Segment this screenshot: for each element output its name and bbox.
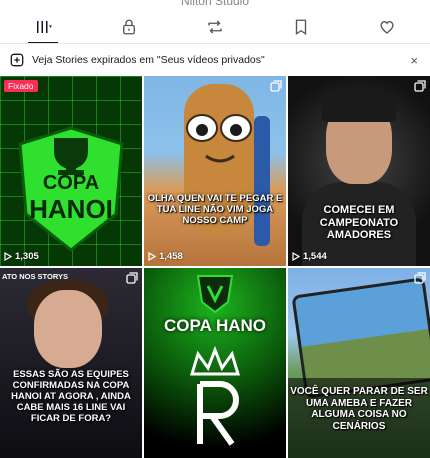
team-logo-icon xyxy=(196,275,234,314)
view-count-value: 1,544 xyxy=(303,251,327,262)
banner-text: Veja Stories expirados em "Seus vídeos p… xyxy=(32,54,265,66)
tab-divider xyxy=(0,43,430,44)
play-icon xyxy=(148,252,156,261)
tab-private[interactable] xyxy=(86,12,172,42)
tab-videos[interactable] xyxy=(0,12,86,42)
bookmark-icon xyxy=(295,19,307,36)
video-title: COPA HANO xyxy=(164,316,266,335)
person-hair xyxy=(322,92,396,122)
multi-photo-icon xyxy=(126,272,138,284)
grid-icon xyxy=(37,21,52,33)
view-count-value: 1,458 xyxy=(159,251,183,262)
view-count-value: 1,305 xyxy=(15,251,39,262)
view-count: 1,544 xyxy=(292,251,327,262)
heart-icon xyxy=(380,21,394,34)
profile-tabs xyxy=(0,12,430,42)
repost-icon xyxy=(208,20,222,34)
video-caption: ESSAS SÃO AS EQUIPES CONFIRMADAS NA COPA… xyxy=(11,369,131,424)
person-face xyxy=(34,290,102,368)
multi-photo-icon xyxy=(270,80,282,92)
pinned-badge: Fixado xyxy=(4,80,38,92)
video-caption: VOCÊ QUER PARAR DE SER UMA AMEBA E FAZER… xyxy=(290,386,428,432)
multi-photo-icon xyxy=(414,272,426,284)
video-title-line1: COPA xyxy=(42,172,100,194)
tab-reposts[interactable] xyxy=(172,12,258,42)
character-illustration xyxy=(184,84,270,246)
stories-banner[interactable]: Veja Stories expirados em "Seus vídeos p… xyxy=(0,49,430,71)
video-thumbnail[interactable]: COPA HANOI Fixado 1,305 xyxy=(0,76,142,266)
view-count: 1,305 xyxy=(4,251,39,262)
profile-username: Nilton Studio xyxy=(180,0,250,8)
video-title-line2: HANOI xyxy=(29,194,113,224)
multi-photo-icon xyxy=(414,80,426,92)
close-icon[interactable]: × xyxy=(410,53,418,68)
add-story-icon xyxy=(10,53,24,67)
view-count: 1,458 xyxy=(148,251,183,262)
video-grid: COPA HANOI Fixado 1,305 OLHA QUEN VAI TE… xyxy=(0,76,430,458)
tab-favorites[interactable] xyxy=(258,12,344,42)
video-caption: COMECEI EM CAMPEONATO AMADORES xyxy=(319,204,399,242)
video-caption: OLHA QUEN VAI TE PEGAR E TUA LINE NÃO VI… xyxy=(147,193,283,226)
video-thumbnail[interactable]: OLHA QUEN VAI TE PEGAR E TUA LINE NÃO VI… xyxy=(144,76,286,266)
tab-liked[interactable] xyxy=(344,12,430,42)
crown-logo xyxy=(189,345,241,446)
video-thumbnail[interactable]: COMECEI EM CAMPEONATO AMADORES 1,544 xyxy=(288,76,430,266)
video-top-text: ATO NOS STORYS xyxy=(2,272,68,281)
lock-icon xyxy=(123,19,135,35)
play-icon xyxy=(4,252,12,261)
play-icon xyxy=(292,252,300,261)
